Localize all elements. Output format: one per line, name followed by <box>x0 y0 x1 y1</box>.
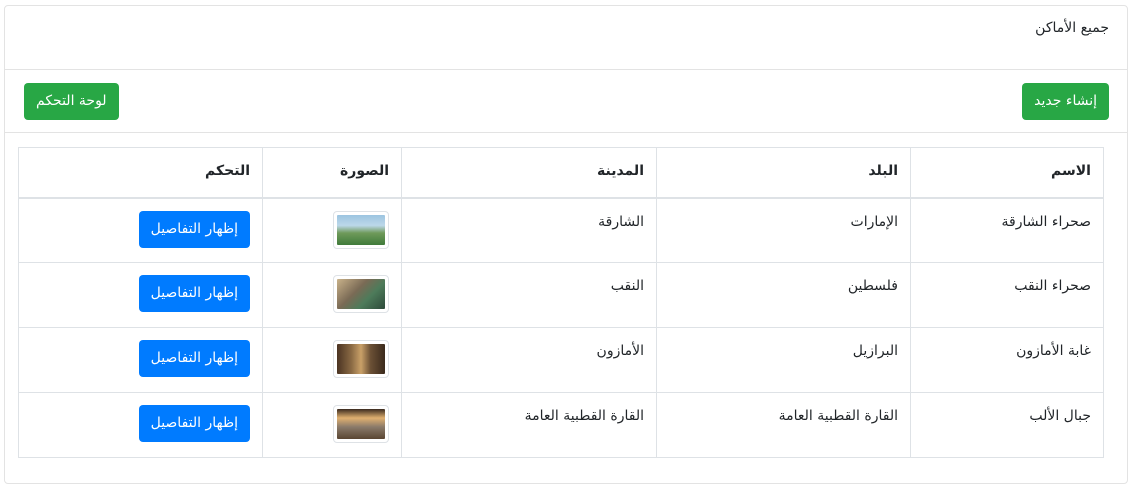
table-row: جبال الألب القارة القطبية العامة القارة … <box>18 392 1104 458</box>
dashboard-button[interactable]: لوحة التحكم <box>24 83 119 120</box>
show-details-button[interactable]: إظهار التفاصيل <box>138 275 250 312</box>
toolbar: إنشاء جديد لوحة التحكم <box>5 70 1127 133</box>
cell-image <box>262 262 402 328</box>
place-thumbnail <box>333 210 389 249</box>
cell-country: فلسطين <box>656 262 911 328</box>
table-row: صحراء الشارقة الإمارات الشارقة إظهار الت… <box>18 197 1104 263</box>
cell-image <box>262 197 402 263</box>
place-thumbnail <box>333 405 389 443</box>
cell-city: القارة القطبية العامة <box>401 392 657 458</box>
table-row: صحراء النقب فلسطين النقب إظهار التفاصيل <box>18 262 1104 328</box>
table-header-row: الاسم البلد المدينة الصورة التحكم <box>18 147 1104 199</box>
cell-country: الإمارات <box>656 197 911 263</box>
cell-name: صحراء الشارقة <box>910 197 1104 263</box>
header-image: الصورة <box>262 147 402 199</box>
cell-city: الشارقة <box>401 197 657 263</box>
cell-name: جبال الألب <box>910 392 1104 458</box>
header-name: الاسم <box>910 147 1104 199</box>
table-row: غابة الأمازون البرازيل الأمازون إظهار ال… <box>18 327 1104 393</box>
cell-control: إظهار التفاصيل <box>18 197 263 263</box>
show-details-button[interactable]: إظهار التفاصيل <box>138 210 250 248</box>
places-table-wrapper: الاسم البلد المدينة الصورة التحكم صحراء … <box>18 147 1104 458</box>
cell-control: إظهار التفاصيل <box>18 392 263 458</box>
header-control: التحكم <box>18 147 263 199</box>
cell-name: صحراء النقب <box>910 262 1104 328</box>
place-thumbnail <box>333 340 389 378</box>
cell-country: البرازيل <box>656 327 911 393</box>
cell-control: إظهار التفاصيل <box>18 262 263 328</box>
header-city: المدينة <box>401 147 657 199</box>
cell-country: القارة القطبية العامة <box>656 392 911 458</box>
cell-city: الأمازون <box>401 327 657 393</box>
cell-image <box>262 327 402 393</box>
create-new-button[interactable]: إنشاء جديد <box>1022 83 1109 120</box>
cell-city: النقب <box>401 262 657 328</box>
place-thumbnail <box>333 275 389 313</box>
show-details-button[interactable]: إظهار التفاصيل <box>138 340 250 377</box>
places-table: الاسم البلد المدينة الصورة التحكم صحراء … <box>18 147 1104 458</box>
cell-image <box>262 392 402 458</box>
page-title: جميع الأماكن <box>5 6 1127 70</box>
header-country: البلد <box>656 147 911 199</box>
cell-control: إظهار التفاصيل <box>18 327 263 393</box>
cell-name: غابة الأمازون <box>910 327 1104 393</box>
show-details-button[interactable]: إظهار التفاصيل <box>138 405 250 442</box>
